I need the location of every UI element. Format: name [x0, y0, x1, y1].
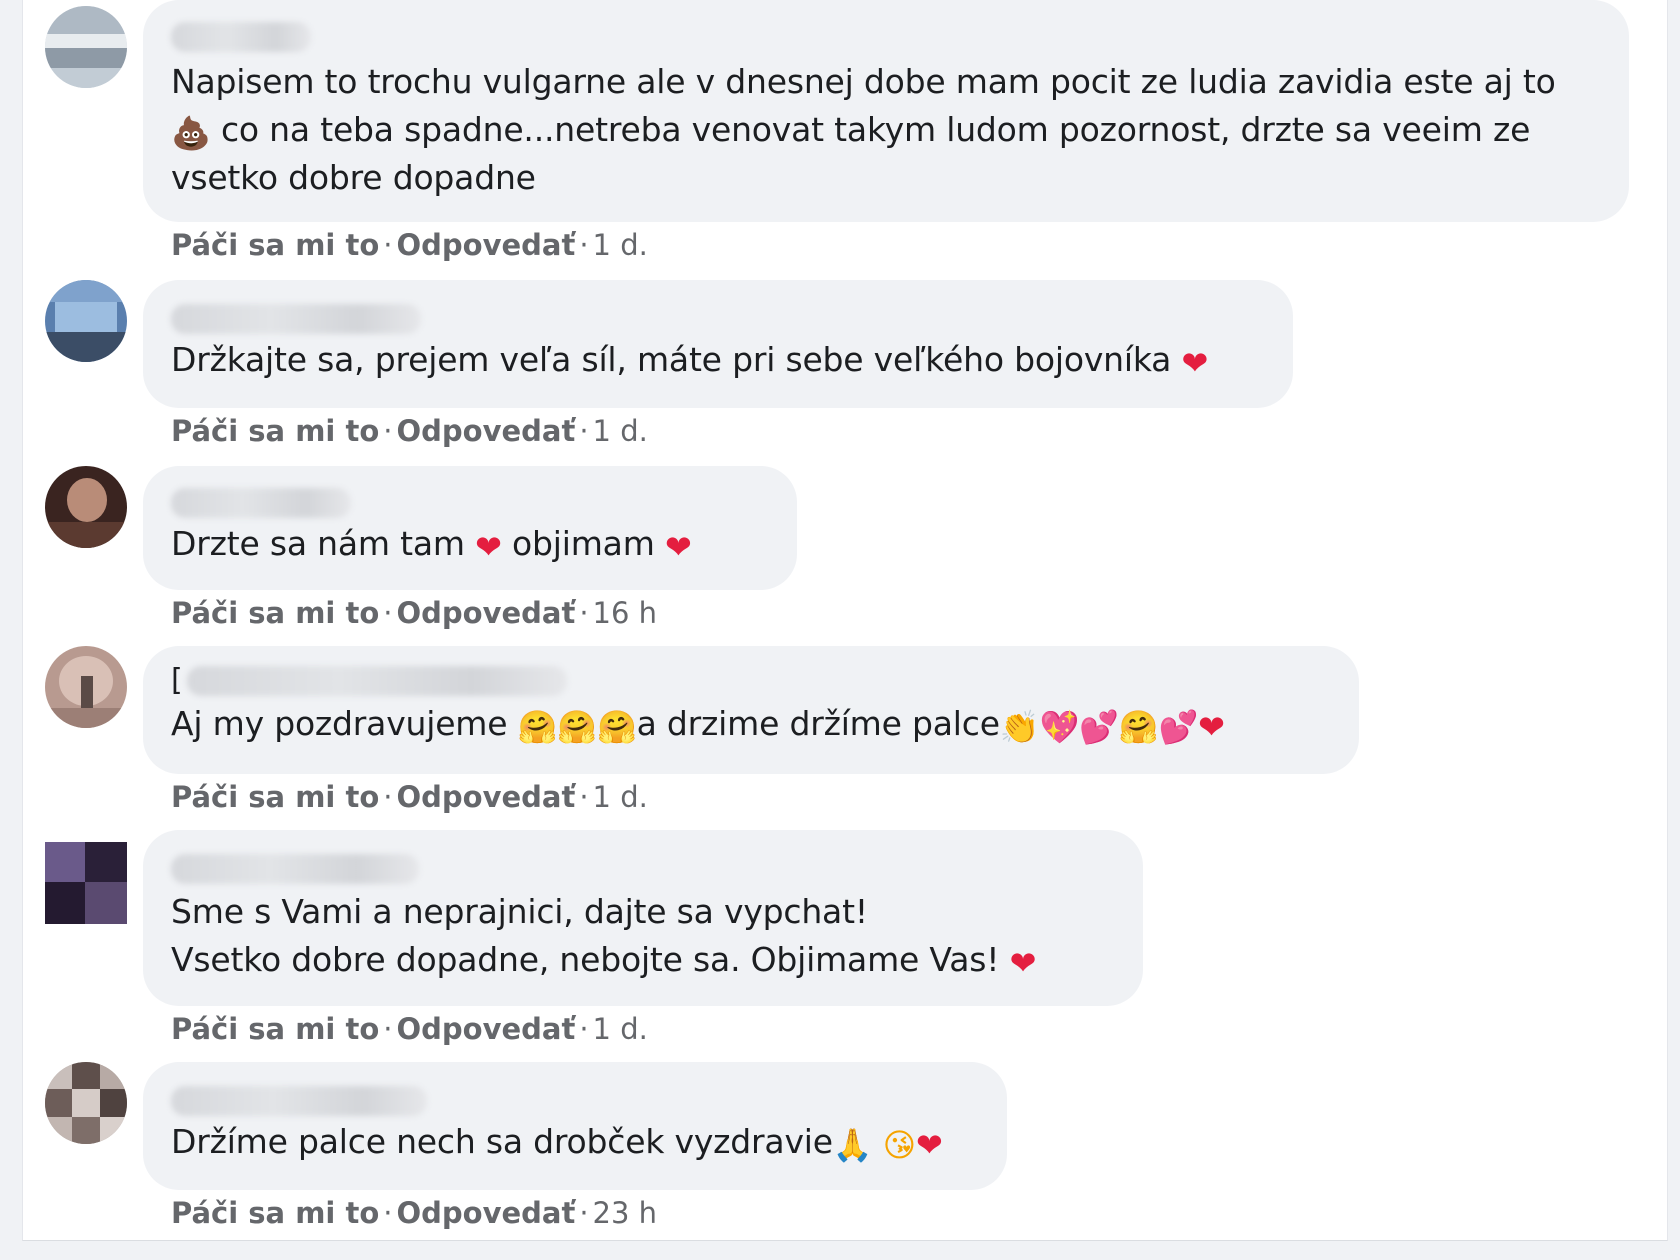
- comment-text: Držíme palce nech sa drobček vyzdravie🙏 …: [171, 1122, 943, 1164]
- comment-text: Drzte sa nám tam ❤ objimam ❤: [171, 524, 692, 566]
- comments-panel: Napisem to trochu vulgarne ale v dnesnej…: [22, 0, 1668, 1241]
- heart-emoji-icon: ❤: [664, 528, 692, 566]
- heart-emoji-icon: ❤: [915, 1126, 943, 1164]
- comment-text: Držkajte sa, prejem veľa síl, máte pri s…: [171, 340, 1209, 382]
- heart-emoji-icon: ❤: [1198, 708, 1225, 746]
- heart-emoji-icon: ❤: [1181, 344, 1209, 382]
- comment-actions: Páči sa mi to · Odpovedať · 1 d.: [171, 1012, 648, 1046]
- author-name[interactable]: [171, 304, 421, 334]
- reply-link[interactable]: Odpovedať: [396, 596, 575, 630]
- separator: ·: [383, 228, 393, 262]
- like-link[interactable]: Páči sa mi to: [171, 1012, 379, 1046]
- author-name[interactable]: [171, 22, 311, 52]
- comment-bubble: Sme s Vami a neprajnici, dajte sa vypcha…: [143, 830, 1143, 1006]
- comment-text: Aj my pozdravujeme 🤗🤗🤗a drzime držíme pa…: [171, 704, 1225, 746]
- comment-bubble: [ Aj my pozdravujeme 🤗🤗🤗a drzime držíme …: [143, 646, 1359, 774]
- folded-hands-emoji-icon: 🙏: [832, 1126, 873, 1164]
- clapping-hands-emoji-icon: 👏: [999, 708, 1040, 746]
- hugging-face-emoji-icon: 🤗: [596, 708, 637, 746]
- reply-link[interactable]: Odpovedať: [396, 1196, 575, 1230]
- like-link[interactable]: Páči sa mi to: [171, 228, 379, 262]
- reply-link[interactable]: Odpovedať: [396, 414, 575, 448]
- comment-actions: Páči sa mi to · Odpovedať · 23 h: [171, 1196, 657, 1230]
- separator: ·: [579, 1012, 589, 1046]
- comment-text: Napisem to trochu vulgarne ale v dnesnej…: [171, 62, 1556, 197]
- comment-actions: Páči sa mi to · Odpovedať · 1 d.: [171, 414, 648, 448]
- hugging-face-emoji-icon: 🤗: [1118, 708, 1159, 746]
- timestamp[interactable]: 16 h: [593, 596, 658, 630]
- timestamp[interactable]: 1 d.: [593, 228, 648, 262]
- separator: ·: [383, 414, 393, 448]
- avatar[interactable]: [45, 466, 127, 548]
- heart-emoji-icon: ❤: [475, 528, 502, 566]
- like-link[interactable]: Páči sa mi to: [171, 780, 379, 814]
- like-link[interactable]: Páči sa mi to: [171, 596, 379, 630]
- avatar[interactable]: [45, 646, 127, 728]
- poo-emoji-icon: 💩: [171, 114, 211, 152]
- separator: ·: [579, 596, 589, 630]
- separator: ·: [579, 780, 589, 814]
- separator: ·: [579, 1196, 589, 1230]
- like-link[interactable]: Páči sa mi to: [171, 1196, 379, 1230]
- reply-link[interactable]: Odpovedať: [396, 1012, 575, 1046]
- like-link[interactable]: Páči sa mi to: [171, 414, 379, 448]
- reply-link[interactable]: Odpovedať: [396, 228, 575, 262]
- timestamp[interactable]: 1 d.: [593, 414, 648, 448]
- reply-link[interactable]: Odpovedať: [396, 780, 575, 814]
- comment-bubble: Drzte sa nám tam ❤ objimam ❤: [143, 466, 797, 590]
- hugging-face-emoji-icon: 🤗: [557, 708, 597, 746]
- hugging-face-emoji-icon: 🤗: [517, 708, 558, 746]
- timestamp[interactable]: 1 d.: [593, 1012, 648, 1046]
- comment-actions: Páči sa mi to · Odpovedať · 1 d.: [171, 228, 648, 262]
- separator: ·: [579, 414, 589, 448]
- two-hearts-emoji-icon: 💕: [1158, 708, 1199, 746]
- timestamp[interactable]: 1 d.: [593, 780, 648, 814]
- comment-actions: Páči sa mi to · Odpovedať · 1 d.: [171, 780, 648, 814]
- comment-bubble: Držíme palce nech sa drobček vyzdravie🙏 …: [143, 1062, 1007, 1190]
- separator: ·: [383, 1012, 393, 1046]
- author-name[interactable]: [171, 1086, 427, 1116]
- avatar[interactable]: [45, 842, 127, 924]
- author-name[interactable]: [171, 488, 351, 518]
- comment-bubble: Držkajte sa, prejem veľa síl, máte pri s…: [143, 280, 1293, 408]
- separator: ·: [383, 596, 393, 630]
- comment-bubble: Napisem to trochu vulgarne ale v dnesnej…: [143, 0, 1629, 222]
- timestamp[interactable]: 23 h: [593, 1196, 658, 1230]
- separator: ·: [383, 1196, 393, 1230]
- avatar[interactable]: [45, 1062, 127, 1144]
- comment-text: Sme s Vami a neprajnici, dajte sa vypcha…: [171, 892, 1037, 982]
- avatar[interactable]: [45, 6, 127, 88]
- heart-emoji-icon: ❤: [1009, 944, 1037, 982]
- comment-actions: Páči sa mi to · Odpovedať · 16 h: [171, 596, 657, 630]
- author-name[interactable]: [171, 854, 419, 884]
- sparkling-heart-emoji-icon: 💖: [1039, 708, 1080, 746]
- avatar[interactable]: [45, 280, 127, 362]
- separator: ·: [383, 780, 393, 814]
- author-name[interactable]: [: [171, 666, 1331, 696]
- two-hearts-emoji-icon: 💕: [1079, 708, 1119, 746]
- face-blowing-kiss-emoji-icon: 😘: [882, 1126, 916, 1164]
- separator: ·: [579, 228, 589, 262]
